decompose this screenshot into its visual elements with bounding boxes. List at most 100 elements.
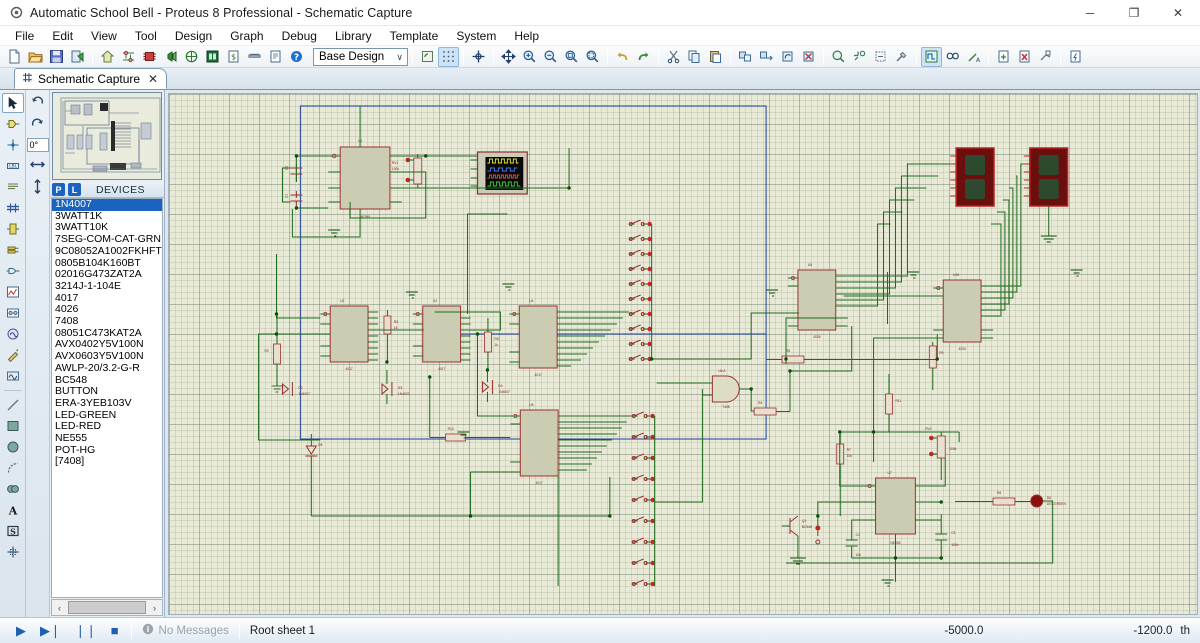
menu-template[interactable]: Template [381, 28, 448, 44]
menu-tool[interactable]: Tool [126, 28, 166, 44]
search-tag-icon[interactable] [942, 47, 963, 67]
menu-debug[interactable]: Debug [273, 28, 326, 44]
schematic-canvas[interactable]: U1 NE555 C2 C1 [168, 93, 1198, 615]
pan-icon[interactable] [498, 47, 519, 67]
decompose-icon[interactable] [891, 47, 912, 67]
refresh-icon[interactable] [417, 47, 438, 67]
menu-graph[interactable]: Graph [221, 28, 272, 44]
new-design-icon[interactable] [4, 47, 25, 67]
help-icon[interactable]: ? [286, 47, 307, 67]
project-clips-icon[interactable] [244, 47, 265, 67]
wire-autorouter-icon[interactable] [921, 47, 942, 67]
paste-icon[interactable] [705, 47, 726, 67]
toggle-grid-icon[interactable] [438, 47, 459, 67]
overview-preview[interactable] [52, 92, 162, 180]
zoom-area-icon[interactable] [582, 47, 603, 67]
origin-icon[interactable] [468, 47, 489, 67]
block-delete-icon[interactable] [798, 47, 819, 67]
circle-tool-icon[interactable] [2, 437, 24, 457]
minimize-button[interactable]: ─ [1068, 0, 1112, 26]
subcircuit-icon[interactable] [2, 219, 24, 239]
arc-tool-icon[interactable] [2, 458, 24, 478]
graph-mode-icon[interactable] [2, 282, 24, 302]
undo-icon[interactable] [612, 47, 633, 67]
marker-tool-icon[interactable] [2, 542, 24, 562]
menu-library[interactable]: Library [326, 28, 381, 44]
close-button[interactable]: ✕ [1156, 0, 1200, 26]
list-item[interactable]: AWLP-20/3.2-G-R [52, 363, 162, 375]
block-move-icon[interactable] [756, 47, 777, 67]
close-icon[interactable]: ✕ [148, 72, 158, 86]
design-selector-combobox[interactable]: Base Design ∨ [313, 48, 408, 66]
list-item[interactable]: ERA-3YEB103V [52, 398, 162, 410]
make-device-icon[interactable] [849, 47, 870, 67]
list-item[interactable]: 7408 [52, 316, 162, 328]
generator-mode-icon[interactable] [2, 324, 24, 344]
block-copy-icon[interactable] [735, 47, 756, 67]
voltage-probe-icon[interactable] [2, 345, 24, 365]
mirror-vertical-icon[interactable] [27, 176, 49, 196]
selection-mode-icon[interactable] [2, 93, 24, 113]
mirror-horizontal-icon[interactable] [27, 154, 49, 174]
simulation-pause-button[interactable]: ❘❘ [75, 623, 97, 639]
tape-recorder-icon[interactable] [2, 303, 24, 323]
remove-sheet-icon[interactable] [1014, 47, 1035, 67]
zoom-in-icon[interactable] [519, 47, 540, 67]
component-mode-icon[interactable] [2, 114, 24, 134]
menu-view[interactable]: View [82, 28, 126, 44]
pcb-layout-icon[interactable] [139, 47, 160, 67]
rotation-angle-field[interactable]: 0° [27, 138, 49, 152]
schematic-capture-icon[interactable] [118, 47, 139, 67]
list-item[interactable]: 3214J-1-104E [52, 281, 162, 293]
zoom-out-icon[interactable] [540, 47, 561, 67]
list-item[interactable]: 1N4007 [52, 199, 162, 211]
text-script-icon[interactable] [2, 177, 24, 197]
tab-schematic-capture[interactable]: Schematic Capture ✕ [14, 68, 167, 89]
import-export-icon[interactable] [67, 47, 88, 67]
box-tool-icon[interactable] [2, 416, 24, 436]
text-tool-icon[interactable]: A [2, 500, 24, 520]
redo-icon[interactable] [633, 47, 654, 67]
rotate-clockwise-icon[interactable] [27, 93, 49, 113]
wire-label-icon[interactable]: LBL [2, 156, 24, 176]
bus-mode-icon[interactable] [2, 198, 24, 218]
terminals-mode-icon[interactable] [2, 240, 24, 260]
device-pin-icon[interactable] [2, 261, 24, 281]
cut-icon[interactable] [663, 47, 684, 67]
design-explorer-icon[interactable] [202, 47, 223, 67]
copy-icon[interactable] [684, 47, 705, 67]
new-sheet-icon[interactable] [993, 47, 1014, 67]
exit-sheet-icon[interactable] [1035, 47, 1056, 67]
3d-visualizer-icon[interactable] [160, 47, 181, 67]
scroll-right-icon[interactable]: › [147, 603, 162, 613]
zoom-all-icon[interactable] [561, 47, 582, 67]
property-assignment-icon[interactable]: A [963, 47, 984, 67]
line-tool-icon[interactable] [2, 395, 24, 415]
devices-horizontal-scrollbar[interactable]: ‹ › [51, 599, 163, 616]
pick-device-icon[interactable] [828, 47, 849, 67]
rotate-anticlockwise-icon[interactable] [27, 115, 49, 135]
block-rotate-icon[interactable] [777, 47, 798, 67]
list-item[interactable]: [7408] [52, 456, 162, 468]
open-design-icon[interactable] [25, 47, 46, 67]
list-item[interactable]: NE555 [52, 433, 162, 445]
pick-devices-p-button[interactable]: P [52, 183, 65, 196]
menu-file[interactable]: File [6, 28, 43, 44]
virtual-instrument-icon[interactable] [2, 366, 24, 386]
menu-edit[interactable]: Edit [43, 28, 82, 44]
list-item[interactable]: 9C08052A1002FKHFT [52, 246, 162, 258]
scrollbar-thumb[interactable] [68, 601, 146, 614]
menu-design[interactable]: Design [166, 28, 221, 44]
junction-dot-icon[interactable] [2, 135, 24, 155]
simulation-step-button[interactable]: ▶❘ [40, 623, 61, 639]
schematic-drawing[interactable]: U1 NE555 C2 C1 [169, 94, 1197, 614]
save-design-icon[interactable] [46, 47, 67, 67]
bill-materials-report-icon[interactable] [1065, 47, 1086, 67]
maximize-button[interactable]: ❐ [1112, 0, 1156, 26]
symbol-tool-icon[interactable]: S [2, 521, 24, 541]
packaging-tool-icon[interactable] [870, 47, 891, 67]
menu-help[interactable]: Help [505, 28, 548, 44]
home-page-icon[interactable] [97, 47, 118, 67]
schematic-canvas-area[interactable]: U1 NE555 C2 C1 [165, 90, 1200, 617]
devices-list[interactable]: 1N4007 3WATT1K 3WATT10K 7SEG-COM-CAT-GRN… [51, 198, 163, 598]
